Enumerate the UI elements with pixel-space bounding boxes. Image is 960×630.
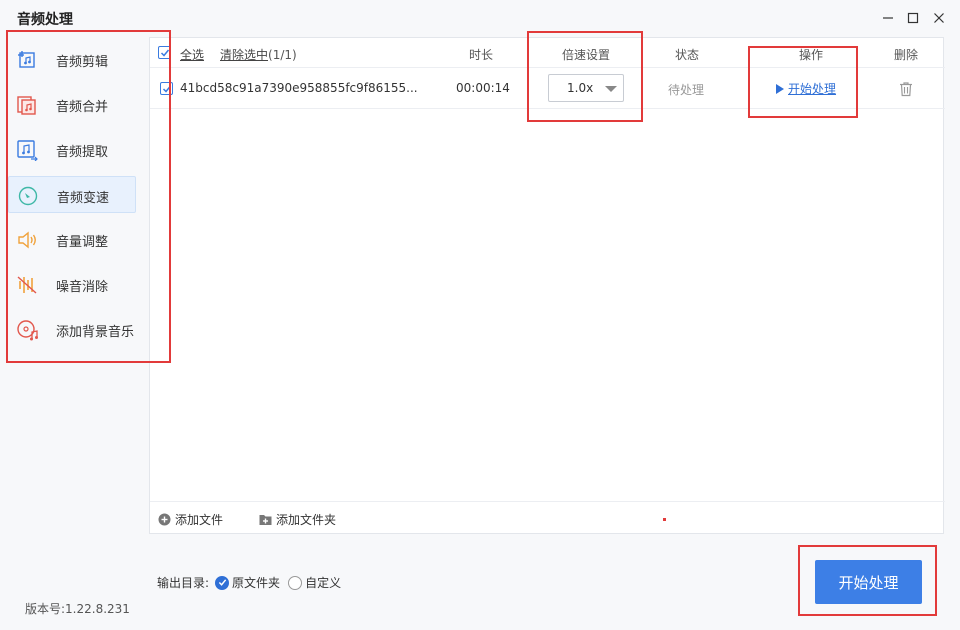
- check-icon: [218, 579, 226, 586]
- sidebar-item-audio-speed[interactable]: 音频变速: [8, 176, 136, 213]
- minimize-icon: [883, 17, 893, 19]
- output-option-label: 原文件夹: [232, 576, 281, 590]
- select-all-link[interactable]: 全选: [180, 46, 204, 63]
- sidebar-item-label: 添加背景音乐: [56, 325, 135, 340]
- version-label: 版本号:1.22.8.231: [25, 602, 130, 616]
- header-speed: 倍速设置: [562, 48, 611, 62]
- sidebar-item-noise-reduce[interactable]: 噪音消除: [8, 266, 136, 303]
- sidebar-item-volume[interactable]: 音量调整: [8, 221, 136, 258]
- play-icon: [776, 83, 784, 94]
- row-status: 待处理: [668, 83, 705, 97]
- add-file-label: 添加文件: [175, 513, 224, 527]
- audio-extract-icon: [17, 140, 38, 161]
- minimize-button[interactable]: [878, 8, 898, 28]
- speed-select[interactable]: 1.0x: [548, 74, 624, 102]
- sidebar-item-label: 音频提取: [56, 145, 109, 160]
- selected-count: (1/1): [268, 48, 297, 62]
- audio-merge-icon: [17, 96, 36, 115]
- sidebar-item-label: 音频合并: [56, 100, 109, 115]
- trash-icon[interactable]: [898, 81, 914, 97]
- radio-original[interactable]: [215, 575, 230, 590]
- sidebar-item-bg-music[interactable]: 添加背景音乐: [8, 311, 136, 348]
- output-option-custom[interactable]: 自定义: [288, 574, 341, 591]
- output-label: 输出目录:: [157, 576, 210, 590]
- row-checkbox[interactable]: [160, 82, 173, 95]
- row-duration: 00:00:14: [456, 81, 510, 95]
- audio-speed-icon: [18, 186, 38, 206]
- sidebar-item-label: 音频变速: [57, 191, 110, 206]
- maximize-button[interactable]: [903, 8, 923, 28]
- bg-music-icon: [17, 320, 38, 341]
- header-delete: 删除: [894, 48, 919, 62]
- output-option-original[interactable]: 原文件夹: [215, 574, 280, 591]
- noise-reduce-icon: [17, 276, 37, 294]
- sidebar-item-label: 音量调整: [56, 235, 109, 250]
- app-title: 音频处理: [17, 12, 73, 28]
- sidebar-item-audio-extract[interactable]: 音频提取: [8, 131, 136, 168]
- header-action: 操作: [799, 48, 824, 62]
- table-row: 41bcd58c91a7390e958855fc9f86155... 00:00…: [150, 69, 945, 109]
- table-header: 全选 清除选中(1/1) 时长 倍速设置 状态 操作 删除: [150, 38, 945, 68]
- file-list-panel: 全选 清除选中(1/1) 时长 倍速设置 状态 操作 删除 41bcd58c91…: [149, 37, 945, 534]
- add-file-button[interactable]: 添加文件: [158, 511, 223, 528]
- add-folder-label: 添加文件夹: [276, 513, 337, 527]
- clear-selected-link[interactable]: 清除选中: [220, 48, 268, 62]
- sidebar-item-audio-cut[interactable]: 音频剪辑: [8, 41, 136, 78]
- close-icon: [934, 13, 944, 23]
- add-folder-icon: [259, 515, 272, 525]
- maximize-icon: [907, 12, 919, 24]
- sidebar-item-label: 噪音消除: [56, 280, 109, 295]
- add-folder-button[interactable]: 添加文件夹: [259, 511, 336, 528]
- add-circle-icon: [158, 513, 171, 526]
- output-directory: 输出目录: 原文件夹 自定义: [157, 574, 341, 591]
- start-process-button[interactable]: 开始处理: [815, 560, 922, 604]
- select-all-checkbox[interactable]: [158, 46, 171, 59]
- volume-icon: [18, 231, 36, 249]
- panel-footer: 添加文件 添加文件夹: [150, 501, 945, 534]
- speed-value: 1.0x: [567, 81, 594, 95]
- close-button[interactable]: [929, 8, 949, 28]
- title-bar: 音频处理: [0, 0, 960, 36]
- sidebar-item-audio-merge[interactable]: 音频合并: [8, 86, 136, 123]
- red-dot-mark: [663, 518, 666, 521]
- sidebar-item-label: 音频剪辑: [56, 55, 109, 70]
- row-filename: 41bcd58c91a7390e958855fc9f86155...: [180, 81, 418, 95]
- radio-custom[interactable]: [288, 575, 303, 590]
- start-process-link[interactable]: 开始处理: [776, 80, 836, 97]
- clear-selected-wrap: 清除选中(1/1): [220, 46, 297, 63]
- header-duration: 时长: [469, 48, 494, 62]
- check-icon: [162, 85, 171, 93]
- start-process-label: 开始处理: [788, 82, 837, 96]
- sidebar: 音频剪辑 音频合并 音频提取 音频变速 音量调整 噪音消除 添加背景音乐: [8, 37, 148, 357]
- chevron-down-icon: [605, 86, 617, 92]
- check-icon: [160, 49, 169, 57]
- output-option-label: 自定义: [305, 576, 342, 590]
- header-status: 状态: [675, 48, 700, 62]
- audio-cut-icon: [18, 51, 35, 68]
